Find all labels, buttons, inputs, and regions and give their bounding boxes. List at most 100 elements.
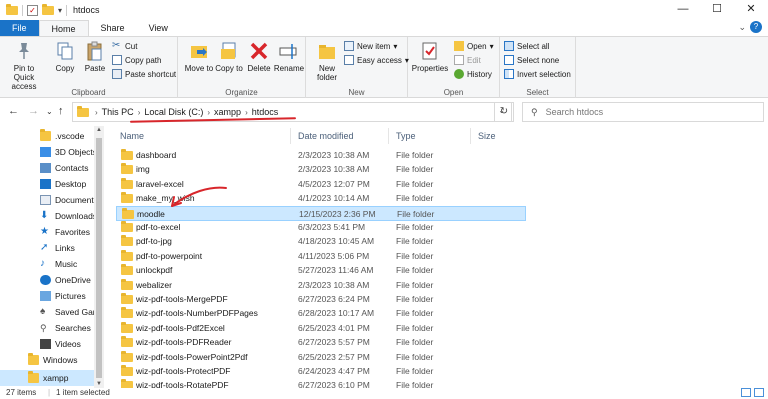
- nav-item-music[interactable]: ♪ Music: [0, 256, 94, 272]
- edit-button[interactable]: Edit: [454, 55, 481, 65]
- edit-label: Edit: [467, 55, 481, 65]
- help-icon[interactable]: ?: [750, 21, 762, 33]
- open-button[interactable]: Open ▾: [454, 41, 494, 51]
- table-row[interactable]: wiz-pdf-tools-PDFReader 6/27/2023 5:57 PM…: [116, 335, 526, 350]
- paste-icon: [87, 41, 102, 61]
- table-row[interactable]: wiz-pdf-tools-PowerPoint2Pdf 6/25/2023 2:…: [116, 350, 526, 365]
- table-row[interactable]: img 2/3/2023 10:38 AM File folder: [116, 162, 526, 177]
- nav-item-saved-games[interactable]: ♠ Saved Games: [0, 304, 94, 320]
- breadcrumb-local-disk[interactable]: Local Disk (C:): [144, 107, 203, 117]
- nav-item-windows[interactable]: Windows: [0, 352, 94, 368]
- copy-button[interactable]: Copy: [48, 40, 82, 73]
- table-row[interactable]: wiz-pdf-tools-RotatePDF 6/27/2023 6:10 PM…: [116, 378, 526, 388]
- rename-icon: [279, 44, 297, 59]
- table-row[interactable]: wiz-pdf-tools-NumberPDFPages 6/28/2023 10…: [116, 306, 526, 321]
- tab-home[interactable]: Home: [38, 20, 89, 36]
- tab-share[interactable]: Share: [89, 20, 137, 36]
- nav-item-desktop[interactable]: Desktop: [0, 176, 94, 192]
- pin-to-quick-access-button[interactable]: Pin to Quick access: [4, 40, 44, 91]
- nav-item-vscode[interactable]: .vscode: [0, 128, 94, 144]
- breadcrumb-htdocs[interactable]: htdocs: [252, 107, 279, 117]
- delete-button[interactable]: Delete: [242, 40, 276, 73]
- table-row[interactable]: wiz-pdf-tools-MergePDF 6/27/2023 6:24 PM F…: [116, 292, 526, 307]
- paste-button[interactable]: Paste: [78, 40, 112, 73]
- rename-button[interactable]: Rename: [272, 40, 306, 73]
- easy-access-button[interactable]: Easy access ▾: [344, 55, 409, 65]
- nav-item-xampp[interactable]: xampp: [0, 370, 94, 386]
- customize-dropdown-icon[interactable]: ▾: [58, 6, 62, 15]
- column-header-name[interactable]: Name: [120, 128, 144, 144]
- search-input[interactable]: ⚲ Search htdocs: [522, 102, 764, 122]
- nav-item-label: OneDrive: [55, 275, 91, 285]
- table-row[interactable]: dashboard 2/3/2023 10:38 AM File folder: [116, 148, 526, 163]
- properties-button[interactable]: Properties: [410, 40, 450, 73]
- nav-item-onedrive[interactable]: OneDrive: [0, 272, 94, 288]
- column-header-type[interactable]: Type: [396, 128, 416, 144]
- cut-button[interactable]: ✂ Cut: [112, 41, 137, 51]
- file-type: File folder: [397, 208, 435, 219]
- select-none-button[interactable]: Select none: [504, 55, 559, 65]
- nav-item-pictures[interactable]: Pictures: [0, 288, 94, 304]
- file-date: 6/27/2023 6:24 PM: [298, 294, 370, 304]
- chevron-right-icon[interactable]: ›: [138, 108, 141, 117]
- breadcrumb-this-pc[interactable]: This PC: [102, 107, 134, 117]
- table-row[interactable]: wiz-pdf-tools-ProtectPDF 6/24/2023 4:47 P…: [116, 364, 526, 379]
- expand-ribbon-icon[interactable]: ⌄: [738, 22, 746, 33]
- new-folder-button[interactable]: New folder: [310, 40, 344, 82]
- tab-view[interactable]: View: [137, 20, 180, 36]
- invert-selection-button[interactable]: Invert selection: [504, 69, 571, 79]
- file-date: 12/15/2023 2:36 PM: [299, 208, 376, 219]
- copy-path-button[interactable]: Copy path: [112, 55, 161, 65]
- maximize-button[interactable]: ☐: [700, 0, 734, 20]
- nav-item-favorites[interactable]: ★ Favorites: [0, 224, 94, 240]
- select-all-button[interactable]: Select all: [504, 41, 549, 51]
- table-row[interactable]: unlockpdf 5/27/2023 11:46 AM File folder: [116, 263, 526, 278]
- nav-item-searches[interactable]: ⚲ Searches: [0, 320, 94, 336]
- new-item-button[interactable]: New item ▾: [344, 41, 397, 51]
- scroll-down-icon[interactable]: ▼: [94, 381, 104, 387]
- chevron-right-icon[interactable]: ›: [207, 108, 210, 117]
- scroll-up-icon[interactable]: ▲: [94, 127, 104, 133]
- refresh-button[interactable]: ↻: [494, 102, 514, 122]
- table-row[interactable]: wiz-pdf-tools-Pdf2Excel 6/25/2023 4:01 PM…: [116, 321, 526, 336]
- scrollbar-thumb[interactable]: [96, 138, 102, 378]
- nav-scrollbar[interactable]: ▲ ▼: [94, 126, 104, 388]
- table-row[interactable]: webalizer 2/3/2023 10:38 AM File folder: [116, 278, 526, 293]
- copy-to-button[interactable]: Copy to: [212, 40, 246, 73]
- clipboard-group: Pin to Quick access Copy Paste ✂ Cut Cop…: [0, 37, 178, 99]
- window-controls: — ☐ ✕: [666, 0, 768, 20]
- nav-item-3d-objects[interactable]: 3D Objects: [0, 144, 94, 160]
- details-view-icon[interactable]: [741, 388, 751, 397]
- new-folder-quick-icon[interactable]: [42, 3, 54, 15]
- file-date: 2/3/2023 10:38 AM: [298, 279, 370, 290]
- large-icons-view-icon[interactable]: [754, 388, 764, 397]
- minimize-button[interactable]: —: [666, 0, 700, 20]
- nav-item-videos[interactable]: Videos: [0, 336, 94, 352]
- move-to-button[interactable]: Move to: [182, 40, 216, 73]
- table-row[interactable]: pdf-to-jpg 4/18/2023 10:45 AM File folder: [116, 234, 526, 249]
- tab-file[interactable]: File: [0, 20, 39, 36]
- properties-quick-icon[interactable]: ✓: [27, 4, 38, 16]
- select-none-label: Select none: [517, 55, 560, 65]
- paste-shortcut-button[interactable]: Paste shortcut: [112, 69, 176, 79]
- up-arrow-icon[interactable]: ↑: [58, 105, 64, 117]
- recent-locations-icon[interactable]: ⌄: [46, 107, 53, 116]
- contacts-icon: [40, 163, 51, 173]
- back-arrow-icon[interactable]: ←: [8, 105, 19, 117]
- nav-item-downloads[interactable]: ⬇ Downloads: [0, 208, 94, 224]
- nav-item-label: Saved Games: [55, 307, 94, 317]
- column-header-size[interactable]: Size: [478, 128, 496, 144]
- file-type: File folder: [396, 178, 434, 189]
- forward-arrow-icon[interactable]: →: [28, 105, 39, 117]
- table-row[interactable]: pdf-to-excel 6/3/2023 5:41 PM File folder: [116, 220, 526, 235]
- table-row[interactable]: pdf-to-powerpoint 4/11/2023 5:06 PM File f…: [116, 249, 526, 264]
- nav-item-documents[interactable]: Documents: [0, 192, 94, 208]
- nav-item-contacts[interactable]: Contacts: [0, 160, 94, 176]
- chevron-right-icon[interactable]: ›: [95, 108, 98, 117]
- column-header-date[interactable]: Date modified: [298, 128, 354, 144]
- breadcrumb-xampp[interactable]: xampp: [214, 107, 241, 117]
- chevron-right-icon[interactable]: ›: [245, 108, 248, 117]
- close-button[interactable]: ✕: [734, 0, 768, 20]
- nav-item-links[interactable]: ➚ Links: [0, 240, 94, 256]
- history-button[interactable]: History: [454, 69, 492, 79]
